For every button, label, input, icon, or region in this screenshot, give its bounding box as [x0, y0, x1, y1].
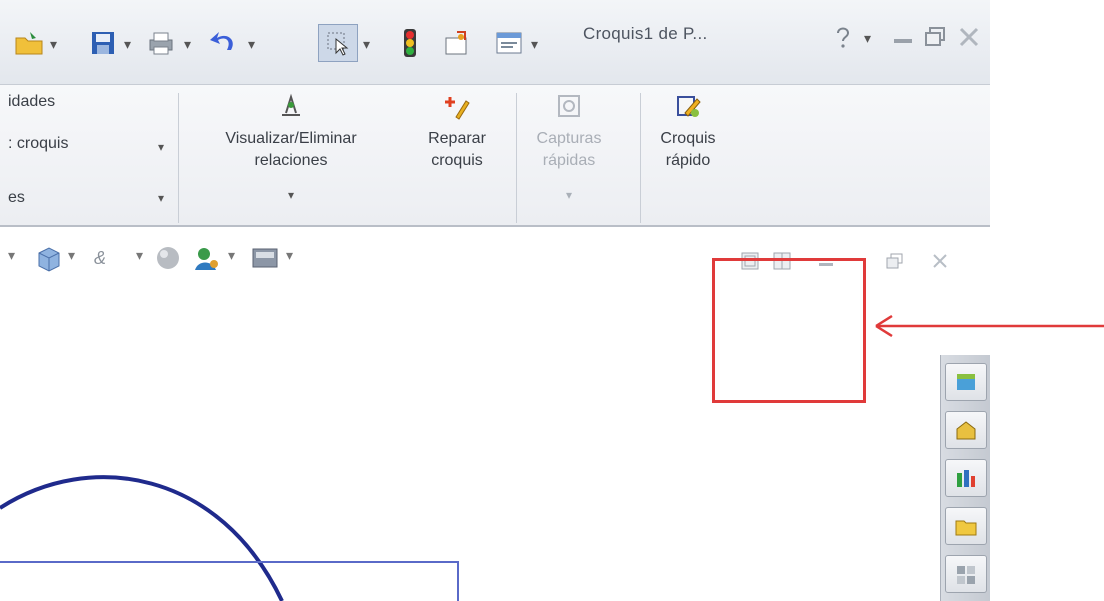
annotation-arrow — [875, 314, 1104, 338]
